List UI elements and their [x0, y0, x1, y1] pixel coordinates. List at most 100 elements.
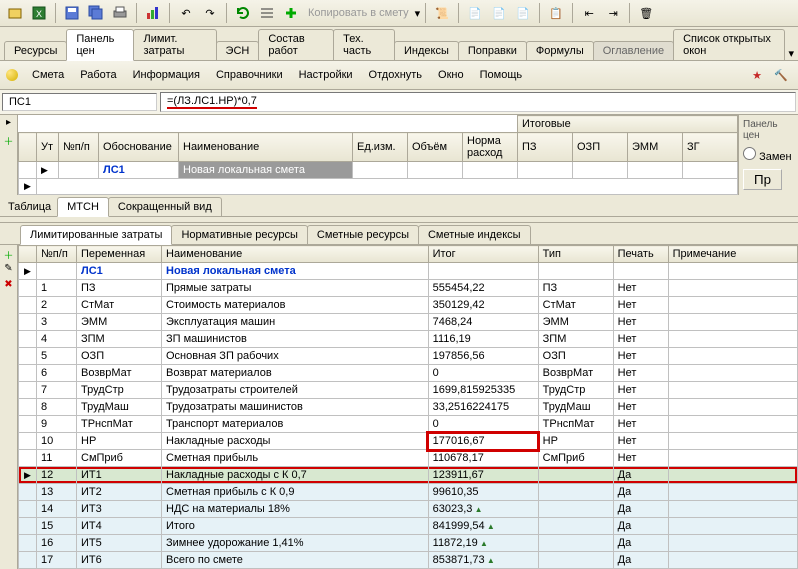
menu-5[interactable]: Отдохнуть: [361, 66, 431, 84]
main-tab-10[interactable]: Список открытых окон: [673, 29, 785, 60]
tool-list-icon[interactable]: [256, 2, 278, 24]
col-header[interactable]: Примечание: [668, 246, 797, 263]
delete-icon[interactable]: ✖: [2, 279, 16, 293]
replace-label: Замен: [759, 151, 792, 163]
tool-scroll-icon[interactable]: 📜: [431, 2, 453, 24]
table-row[interactable]: 8ТрудМашТрудозатраты машинистов33,251622…: [19, 399, 798, 416]
tool-print-icon[interactable]: [109, 2, 131, 24]
menu-1[interactable]: Работа: [72, 66, 124, 84]
panel-title: Панель цен: [743, 119, 794, 141]
tab-dropdown-icon[interactable]: ▾: [788, 47, 794, 60]
table-row[interactable]: 16ИТ5Зимнее удорожание 1,41%11872,19 ▲Да: [19, 535, 798, 552]
main-tab-8[interactable]: Формулы: [526, 41, 594, 60]
lower-tab-2[interactable]: Сметные ресурсы: [307, 225, 419, 244]
main-tab-4[interactable]: Состав работ: [258, 29, 334, 60]
tool-copy-icon[interactable]: 📋: [545, 2, 567, 24]
table-row[interactable]: 4ЗПМЗП машинистов1116,19ЗПМНет: [19, 331, 798, 348]
main-tab-0[interactable]: Ресурсы: [4, 41, 67, 60]
main-tab-3[interactable]: ЭСН: [216, 41, 260, 60]
main-tab-9[interactable]: Оглавление: [593, 41, 674, 60]
tool-excel-icon[interactable]: X: [28, 2, 50, 24]
table-row[interactable]: 13ИТ2Сметная прибыль с К 0,999610,35Да: [19, 484, 798, 501]
tool-indent-right-icon[interactable]: ⇥: [602, 2, 624, 24]
table-row[interactable]: 1ПЗПрямые затраты555454,22ПЗНет: [19, 280, 798, 297]
col-header[interactable]: Печать: [613, 246, 668, 263]
col-header[interactable]: Итог: [428, 246, 538, 263]
table-row[interactable]: 10НРНакладные расходы177016,67НРНет: [19, 433, 798, 450]
edit-icon[interactable]: ✎: [2, 263, 16, 277]
table-row[interactable]: 14ИТ3НДС на материалы 18%63023,3 ▲Да: [19, 501, 798, 518]
upper-left-gutter: ▸ ＋: [0, 115, 18, 195]
upper-grid[interactable]: ИтоговыеУт№п/пОбоснованиеНаименованиеЕд.…: [18, 115, 738, 195]
main-tab-5[interactable]: Тех. часть: [333, 29, 395, 60]
lower-grid[interactable]: №п/пПеременнаяНаименованиеИтогТипПечатьП…: [18, 245, 798, 569]
table-label: Таблица: [2, 198, 57, 216]
table-row[interactable]: ▶ ЛС1 Новая локальная смета: [19, 162, 738, 179]
table-row[interactable]: 2СтМатСтоимость материалов350129,42СтМат…: [19, 297, 798, 314]
main-tab-6[interactable]: Индексы: [394, 41, 459, 60]
table-row[interactable]: 9ТРнспМатТранспорт материалов0ТРнспМатНе…: [19, 416, 798, 433]
table-row[interactable]: ▶: [19, 179, 738, 195]
table-row[interactable]: ▶ЛС1Новая локальная смета: [19, 263, 798, 280]
menu-6[interactable]: Окно: [430, 66, 472, 84]
main-tab-7[interactable]: Поправки: [458, 41, 527, 60]
table-row[interactable]: 15ИТ4Итого841999,54 ▲Да: [19, 518, 798, 535]
main-tab-2[interactable]: Лимит. затраты: [133, 29, 216, 60]
menu-3[interactable]: Справочники: [208, 66, 291, 84]
replace-radio[interactable]: [743, 147, 756, 160]
col-header[interactable]: [19, 246, 37, 263]
formula-bar: ПС1 =(ЛЗ.ЛС1.НР)*0,7: [0, 90, 798, 115]
table-row[interactable]: ▶12ИТ1Накладные расходы с К 0,7123911,67…: [19, 467, 798, 484]
main-tab-strip: РесурсыПанель ценЛимит. затратыЭСНСостав…: [0, 27, 798, 61]
hammer-icon[interactable]: 🔨: [770, 64, 792, 86]
pr-button[interactable]: Пр: [743, 169, 782, 190]
tool-redo-icon[interactable]: ↷: [199, 2, 221, 24]
table-row[interactable]: 11СмПрибСметная прибыль110678,17СмПрибНе…: [19, 450, 798, 467]
tool-open-icon[interactable]: [4, 2, 26, 24]
main-toolbar: X ↶ ↷ Копировать в смету▾ 📜 📄 📄 📄 📋 ⇤ ⇥ …: [0, 0, 798, 27]
lower-tab-1[interactable]: Нормативные ресурсы: [171, 225, 307, 244]
table-row[interactable]: 3ЭММЭксплуатация машин7468,24ЭММНет: [19, 314, 798, 331]
collapse-icon[interactable]: ▸: [2, 117, 16, 131]
tool-chart-icon[interactable]: [142, 2, 164, 24]
upper-bottom-tabs: Таблица МТСН Сокращенный вид: [0, 195, 798, 217]
col-header[interactable]: №п/п: [37, 246, 77, 263]
col-header[interactable]: Тип: [538, 246, 613, 263]
tool-add-icon[interactable]: [280, 2, 302, 24]
lower-left-gutter: ＋ ✎ ✖: [0, 245, 18, 569]
lower-tab-0[interactable]: Лимитированные затраты: [20, 225, 172, 245]
table-row[interactable]: 5ОЗПОсновная ЗП рабочих197856,56ОЗПНет: [19, 348, 798, 365]
add-icon[interactable]: ＋: [2, 247, 16, 261]
formula-input[interactable]: =(ЛЗ.ЛС1.НР)*0,7: [160, 92, 796, 112]
svg-text:X: X: [36, 9, 42, 19]
col-header[interactable]: Переменная: [77, 246, 162, 263]
menu-4[interactable]: Настройки: [291, 66, 361, 84]
tool-doc3-icon[interactable]: 📄: [512, 2, 534, 24]
tool-saveall-icon[interactable]: [85, 2, 107, 24]
table-row[interactable]: 7ТрудСтрТрудозатраты строителей1699,8159…: [19, 382, 798, 399]
menu-7[interactable]: Помощь: [472, 66, 531, 84]
menu-bar: СметаРаботаИнформацияСправочникиНастройк…: [0, 61, 798, 90]
tool-undo-icon[interactable]: ↶: [175, 2, 197, 24]
table-row[interactable]: 6ВозврМатВозврат материалов0ВозврМатНет: [19, 365, 798, 382]
tool-indent-left-icon[interactable]: ⇤: [578, 2, 600, 24]
tab-short-view[interactable]: Сокращенный вид: [108, 197, 222, 216]
formula-name-field[interactable]: ПС1: [2, 93, 157, 111]
tool-doc2-icon[interactable]: 📄: [488, 2, 510, 24]
star-icon[interactable]: ★: [746, 64, 768, 86]
lower-tab-strip: Лимитированные затратыНормативные ресурс…: [0, 223, 798, 245]
tool-delete-icon[interactable]: 🗑: [635, 2, 657, 24]
menu-0[interactable]: Смета: [24, 66, 72, 84]
copy-to-estimate-button[interactable]: Копировать в смету: [304, 2, 413, 24]
tool-refresh-icon[interactable]: [232, 2, 254, 24]
add-row-icon[interactable]: ＋: [2, 133, 16, 147]
col-header[interactable]: Наименование: [162, 246, 429, 263]
menu-2[interactable]: Информация: [125, 66, 208, 84]
lower-tab-3[interactable]: Сметные индексы: [418, 225, 531, 244]
table-row[interactable]: 17ИТ6Всего по смете853871,73 ▲Да: [19, 552, 798, 569]
tool-doc1-icon[interactable]: 📄: [464, 2, 486, 24]
tool-save-icon[interactable]: [61, 2, 83, 24]
price-panel: Панель цен Замен Пр: [738, 115, 798, 195]
main-tab-1[interactable]: Панель цен: [66, 29, 134, 61]
tab-mtsn[interactable]: МТСН: [57, 197, 109, 217]
